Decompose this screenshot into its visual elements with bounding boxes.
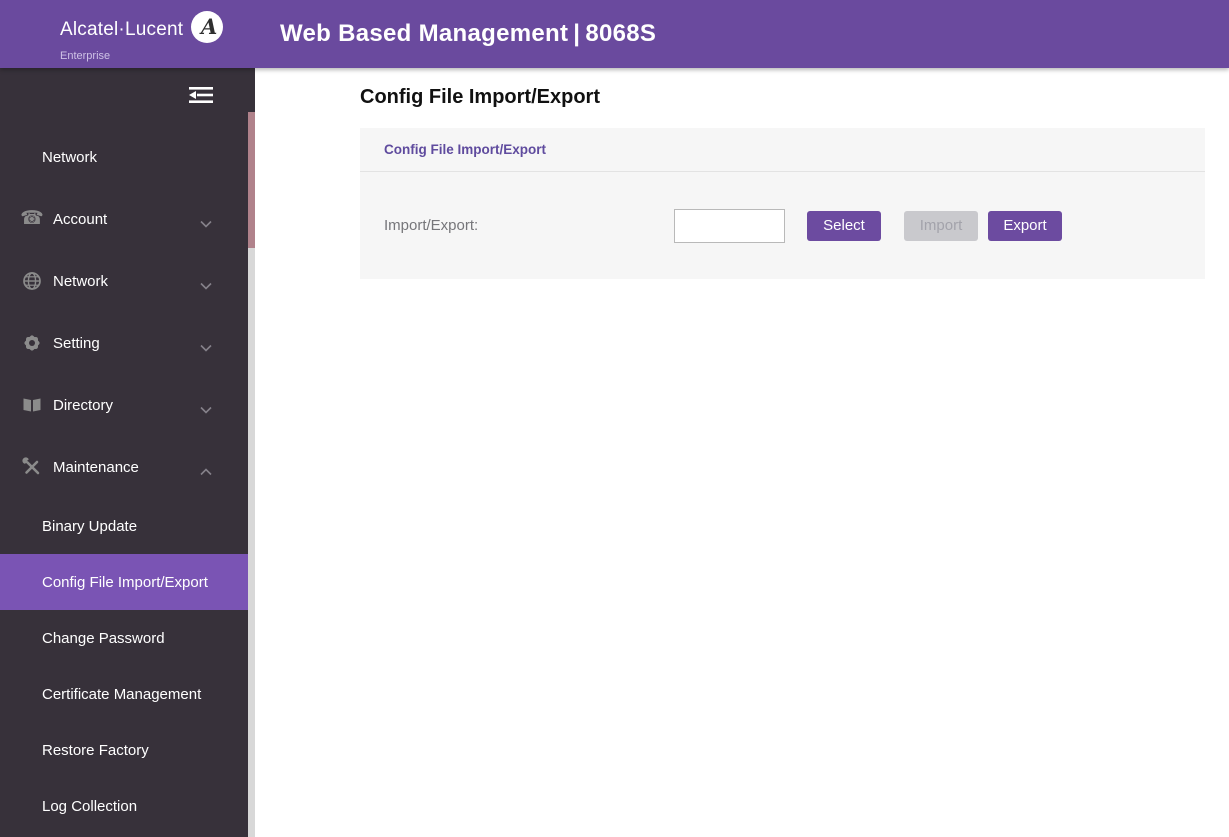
sidebar-item-directory[interactable]: Directory [0,374,248,436]
sidebar-scrollbar[interactable] [248,112,255,837]
page-header-title: Web Based Management | 8068S [280,0,656,68]
sidebar-top-bar [0,68,255,126]
sidebar-item-log-collection[interactable]: Log Collection [0,778,248,834]
sidebar-item-account[interactable]: ☎ Account [0,188,248,250]
import-button[interactable]: Import [904,210,978,241]
main-content: Config File Import/Export Config File Im… [255,68,1229,837]
sidebar-item-maintenance[interactable]: Maintenance [0,436,248,498]
select-button[interactable]: Select [807,210,881,241]
chevron-down-icon [200,401,212,418]
svg-text:A: A [199,14,217,39]
panel-body: Import/Export: Select Import Export [360,172,1205,279]
sidebar-item-change-password[interactable]: Change Password [0,610,248,666]
app-header: Alcatel·Lucent A Enterprise Web Based Ma… [0,0,1229,68]
gear-icon [21,332,43,354]
brand-subtitle: Enterprise [60,50,111,62]
file-path-input[interactable] [674,208,785,243]
sidebar-item-restore-factory[interactable]: Restore Factory [0,722,248,778]
import-export-label: Import/Export: [384,217,479,234]
panel-header: Config File Import/Export [360,128,1205,172]
phone-icon: ☎ [20,208,44,229]
globe-icon [21,270,43,292]
chevron-down-icon [200,339,212,356]
chevron-down-icon [200,277,212,294]
book-icon [21,394,43,416]
brand-name: Alcatel·Lucent [60,18,184,40]
sidebar-item-binary-update[interactable]: Binary Update [0,498,248,554]
alcatel-lucent-logo-icon: A [190,10,224,49]
tools-icon [21,456,43,478]
config-import-export-panel: Config File Import/Export Import/Export:… [360,128,1205,279]
brand-logo: Alcatel·Lucent A Enterprise [60,10,230,62]
chevron-up-icon [200,463,212,480]
device-model: 8068S [585,20,657,47]
sidebar-item-setting[interactable]: Setting [0,312,248,374]
page-title: Config File Import/Export [360,86,600,108]
title-separator: | [573,20,581,47]
panel-header-title: Config File Import/Export [384,142,546,157]
sidebar-item-network[interactable]: Network [0,250,248,312]
app-title: Web Based Management [280,20,569,47]
sidebar-item-network-top[interactable]: Network [0,126,248,188]
sidebar-item-certificate-management[interactable]: Certificate Management [0,666,248,722]
sidebar-scrollbar-thumb[interactable] [248,112,255,248]
collapse-sidebar-icon[interactable] [187,85,215,105]
chevron-down-icon [200,215,212,232]
sidebar: Network ☎ Account Network Setting Direct… [0,68,255,837]
sidebar-item-config-file-import-export[interactable]: Config File Import/Export [0,554,248,610]
export-button[interactable]: Export [988,210,1062,241]
